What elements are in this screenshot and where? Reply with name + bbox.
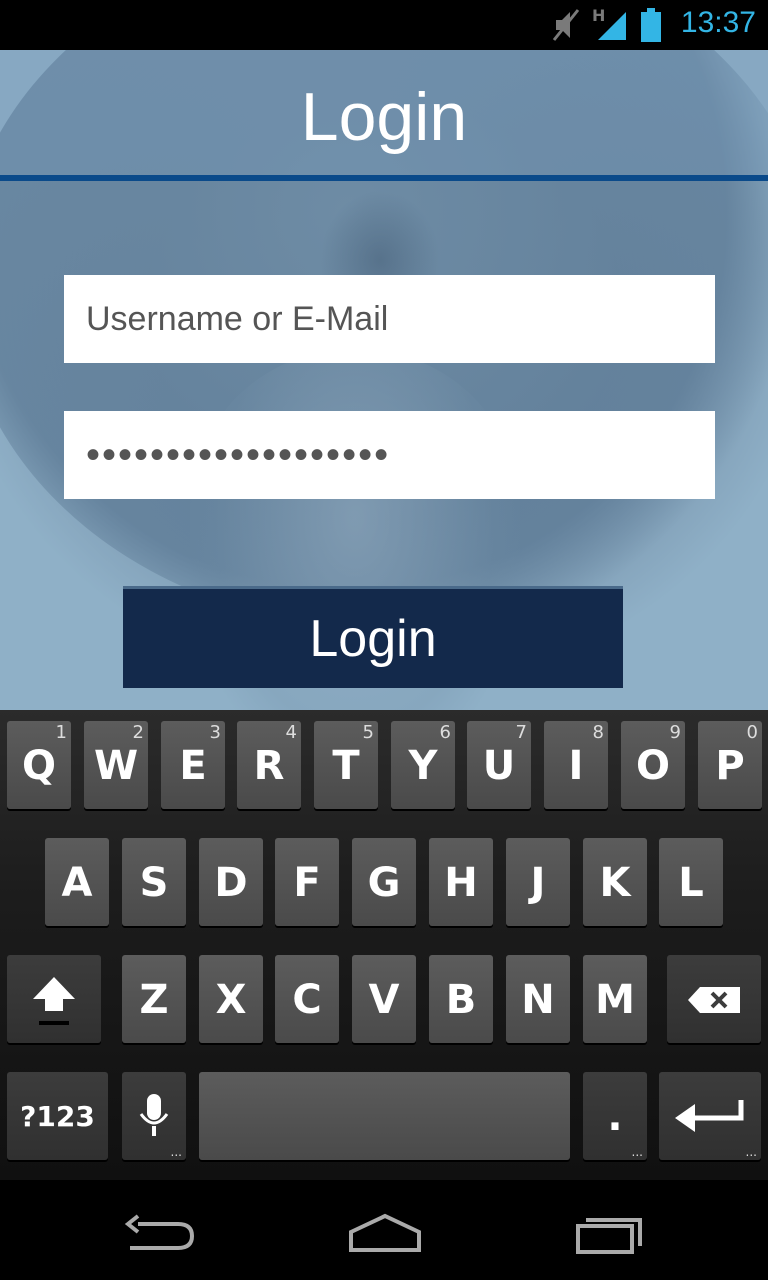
key-alt: 4 [285,722,297,743]
key-label: I [568,743,584,789]
network-type-label: H [592,6,606,25]
key-label: Q [21,743,56,789]
key-alt: 2 [132,722,144,743]
microphone-icon [139,1094,169,1136]
navigation-bar [0,1180,768,1280]
key-h[interactable]: H [429,838,493,926]
key-label: U [482,743,516,789]
key-alt: 0 [746,722,758,743]
battery-icon [640,8,662,46]
key-v[interactable]: V [352,955,416,1043]
key-label: W [93,743,139,789]
key-d[interactable]: D [199,838,263,926]
key-label: O [635,743,670,789]
key-e[interactable]: E3 [161,721,225,809]
key-x[interactable]: X [199,955,263,1043]
key-j[interactable]: J [506,838,570,926]
key-o[interactable]: O9 [621,721,685,809]
key-b[interactable]: B [429,955,493,1043]
key-more-dots: ... [170,1145,182,1159]
key-alt: 6 [439,722,451,743]
shift-icon [33,977,75,1025]
key-label: E [179,743,207,789]
key-f[interactable]: F [275,838,339,926]
enter-icon [675,1100,744,1132]
symbols-key[interactable]: ?123 [7,1072,108,1160]
key-alt: 9 [669,722,681,743]
login-button[interactable]: Login [123,586,623,688]
key-l[interactable]: L [659,838,723,926]
home-icon[interactable] [345,1210,425,1260]
backspace-key[interactable] [667,955,761,1043]
key-alt: 5 [362,722,374,743]
key-label: P [715,743,745,789]
soft-keyboard: Q1 W2 E3 R4 T5 Y6 U7 I8 O9 P0 A S D F G … [0,710,768,1180]
key-c[interactable]: C [275,955,339,1043]
key-y[interactable]: Y6 [391,721,455,809]
page-title: Login [300,79,468,155]
clock: 13:37 [680,6,756,39]
key-m[interactable]: M [583,955,647,1043]
key-k[interactable]: K [583,838,647,926]
username-input[interactable]: Username or E-Mail [64,275,715,363]
key-more-dots: ... [631,1145,643,1159]
key-t[interactable]: T5 [314,721,378,809]
key-a[interactable]: A [45,838,109,926]
key-more-dots: ... [745,1145,757,1159]
key-r[interactable]: R4 [237,721,301,809]
title-divider [0,175,768,181]
key-label: . [607,1094,623,1140]
key-q[interactable]: Q1 [7,721,71,809]
key-label: R [253,743,285,789]
key-p[interactable]: P0 [698,721,762,809]
key-alt: 1 [55,722,67,743]
key-label: Y [408,743,438,789]
key-label: T [332,743,360,789]
recent-apps-icon[interactable] [572,1210,652,1260]
backspace-icon [688,987,740,1013]
key-i[interactable]: I8 [544,721,608,809]
key-n[interactable]: N [506,955,570,1043]
title-bar: Login [0,50,768,175]
password-input[interactable]: ••••••••••••••••••• [64,411,715,499]
key-z[interactable]: Z [122,955,186,1043]
mute-icon [552,8,580,46]
voice-input-key[interactable]: ... [122,1072,186,1160]
key-w[interactable]: W2 [84,721,148,809]
enter-key[interactable]: ... [659,1072,761,1160]
period-key[interactable]: . ... [583,1072,647,1160]
key-alt: 3 [209,722,221,743]
back-icon[interactable] [120,1210,200,1260]
status-bar: H 13:37 [0,0,768,50]
login-screen: Login Username or E-Mail •••••••••••••••… [0,50,768,710]
key-u[interactable]: U7 [467,721,531,809]
key-alt: 7 [515,722,527,743]
key-g[interactable]: G [352,838,416,926]
shift-key[interactable] [7,955,101,1043]
key-alt: 8 [592,722,604,743]
space-key[interactable] [199,1072,570,1160]
key-s[interactable]: S [122,838,186,926]
